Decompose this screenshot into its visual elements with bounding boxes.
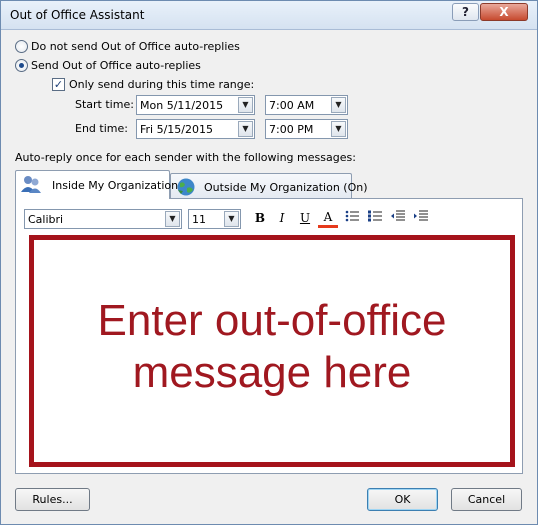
help-button[interactable]: ? xyxy=(452,3,479,21)
message-line-2: message here xyxy=(132,348,412,397)
end-time-value: 7:00 PM xyxy=(269,123,314,136)
start-time-value: 7:00 AM xyxy=(269,99,315,112)
message-placeholder: Enter out-of-office message here xyxy=(34,295,510,399)
out-of-office-dialog: Out of Office Assistant ? X Do not send … xyxy=(0,0,538,525)
message-editor[interactable]: Enter out-of-office message here xyxy=(29,235,515,467)
font-family-select[interactable]: Calibri ▼ xyxy=(24,209,182,229)
start-time-picker[interactable]: 7:00 AM ▼ xyxy=(265,95,348,115)
font-size-select[interactable]: 11 ▼ xyxy=(188,209,241,229)
ok-button[interactable]: OK xyxy=(367,488,438,511)
chevron-down-icon[interactable]: ▼ xyxy=(331,121,346,137)
start-date-value: Mon 5/11/2015 xyxy=(140,99,224,112)
underline-button[interactable]: U xyxy=(295,209,315,227)
time-range-label[interactable]: Only send during this time range: xyxy=(69,78,254,91)
font-color-button[interactable]: A xyxy=(318,209,338,228)
end-date-picker[interactable]: Fri 5/15/2015 ▼ xyxy=(136,119,255,139)
font-family-value: Calibri xyxy=(28,213,64,226)
rules-button[interactable]: Rules... xyxy=(15,488,90,511)
do-not-send-radio[interactable] xyxy=(15,40,28,53)
end-time-label: End time: xyxy=(75,122,128,135)
chevron-down-icon[interactable]: ▼ xyxy=(165,211,180,227)
title-bar[interactable]: Out of Office Assistant ? X xyxy=(1,1,537,30)
format-toolbar: Calibri ▼ 11 ▼ B I U A xyxy=(16,199,522,235)
send-radio[interactable] xyxy=(15,59,28,72)
send-label[interactable]: Send Out of Office auto-replies xyxy=(31,59,201,72)
numbered-list-icon[interactable] xyxy=(365,209,385,227)
chevron-down-icon[interactable]: ▼ xyxy=(224,211,239,227)
chevron-down-icon[interactable]: ▼ xyxy=(238,121,253,137)
increase-indent-icon[interactable] xyxy=(411,209,431,227)
message-line-1: Enter out-of-office xyxy=(97,296,447,345)
chevron-down-icon[interactable]: ▼ xyxy=(238,97,253,113)
globe-icon xyxy=(175,177,197,200)
font-size-value: 11 xyxy=(192,213,206,226)
autoreply-instructions: Auto-reply once for each sender with the… xyxy=(15,151,356,164)
tab-outside-label: Outside My Organization (On) xyxy=(204,181,368,194)
close-button[interactable]: X xyxy=(480,3,528,21)
message-panel: Calibri ▼ 11 ▼ B I U A Enter out-of-offi… xyxy=(15,198,523,474)
bold-button[interactable]: B xyxy=(250,209,270,227)
people-icon xyxy=(20,174,42,197)
italic-button[interactable]: I xyxy=(272,209,292,227)
time-range-checkbox[interactable]: ✓ xyxy=(52,78,65,91)
bullet-list-icon[interactable] xyxy=(342,209,362,227)
start-time-label: Start time: xyxy=(75,98,134,111)
cancel-button[interactable]: Cancel xyxy=(451,488,522,511)
tab-outside-organization[interactable]: Outside My Organization (On) xyxy=(170,173,368,200)
tab-inside-organization[interactable]: Inside My Organization xyxy=(15,170,178,199)
end-date-value: Fri 5/15/2015 xyxy=(140,123,214,136)
decrease-indent-icon[interactable] xyxy=(388,209,408,227)
do-not-send-label[interactable]: Do not send Out of Office auto-replies xyxy=(31,40,240,53)
tab-inside-label: Inside My Organization xyxy=(52,179,179,192)
start-date-picker[interactable]: Mon 5/11/2015 ▼ xyxy=(136,95,255,115)
window-title: Out of Office Assistant xyxy=(10,8,145,22)
end-time-picker[interactable]: 7:00 PM ▼ xyxy=(265,119,348,139)
chevron-down-icon[interactable]: ▼ xyxy=(331,97,346,113)
